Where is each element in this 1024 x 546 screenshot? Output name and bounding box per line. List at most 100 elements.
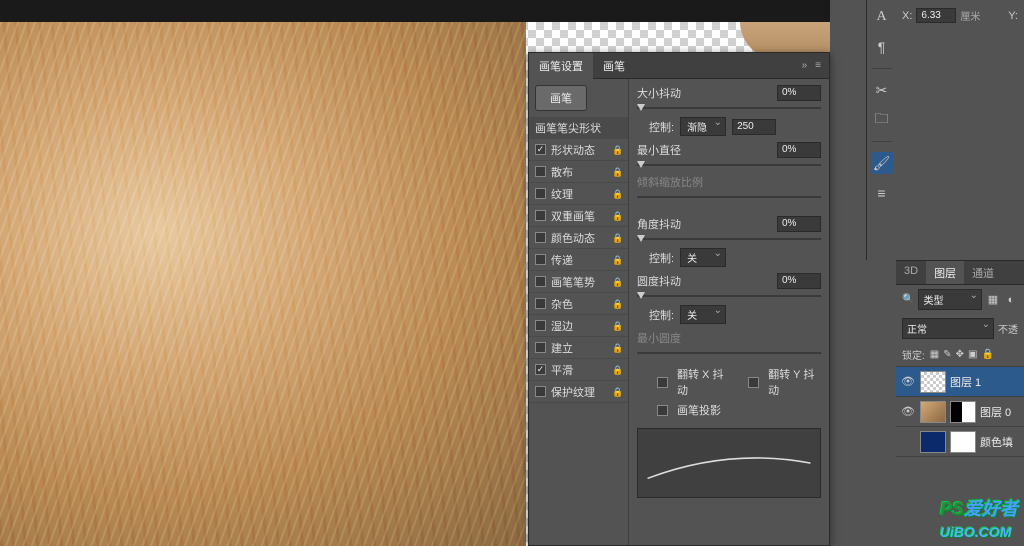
- lock-icon[interactable]: 🔒: [612, 343, 622, 353]
- projection-checkbox[interactable]: [657, 405, 668, 416]
- option-protect-texture[interactable]: 保护纹理🔒: [529, 381, 628, 403]
- layer-name[interactable]: 图层 1: [950, 374, 981, 390]
- layer-mask-thumbnail[interactable]: [950, 401, 976, 423]
- lock-icon[interactable]: 🔒: [612, 321, 622, 331]
- option-wet-edges[interactable]: 湿边🔒: [529, 315, 628, 337]
- layer-mask-thumbnail[interactable]: [950, 431, 976, 453]
- layer-item[interactable]: 👁 图层 1: [896, 367, 1024, 397]
- brush-panel-tabs: 画笔设置 画笔 » ≡: [529, 53, 829, 79]
- scissors-icon[interactable]: ✂: [871, 79, 893, 101]
- paragraph-panel-icon[interactable]: ¶: [871, 36, 893, 58]
- tab-brush-settings[interactable]: 画笔设置: [529, 53, 593, 79]
- brush-tip-shape-heading[interactable]: 画笔笔尖形状: [529, 117, 628, 139]
- tab-layers[interactable]: 图层: [926, 261, 964, 284]
- filter-image-icon[interactable]: ▦: [986, 293, 1000, 307]
- search-icon[interactable]: 🔍: [902, 294, 914, 305]
- lock-icon[interactable]: 🔒: [612, 211, 622, 221]
- checkbox-icon[interactable]: [535, 298, 546, 309]
- option-noise[interactable]: 杂色🔒: [529, 293, 628, 315]
- control2-select[interactable]: 关: [680, 248, 726, 267]
- angle-jitter-value[interactable]: 0%: [777, 216, 821, 232]
- option-brush-pose[interactable]: 画笔笔势🔒: [529, 271, 628, 293]
- filter-adjust-icon[interactable]: ◐: [1004, 293, 1018, 307]
- layer-item[interactable]: 👁 图层 0: [896, 397, 1024, 427]
- size-jitter-label: 大小抖动: [637, 85, 777, 101]
- canvas-image[interactable]: [0, 22, 526, 546]
- min-diameter-slider[interactable]: [637, 160, 821, 170]
- brush-preset-button[interactable]: 画笔: [535, 85, 587, 111]
- panel-menu-icon[interactable]: ≡: [815, 60, 821, 71]
- character-panel-icon[interactable]: A: [871, 6, 893, 28]
- layer-name[interactable]: 颜色填: [980, 434, 1013, 450]
- x-label: X:: [902, 10, 912, 22]
- flip-y-checkbox[interactable]: [748, 377, 759, 388]
- option-dual-brush[interactable]: 双重画笔🔒: [529, 205, 628, 227]
- lock-pixels-icon[interactable]: ▦: [930, 349, 939, 360]
- brush-panel-icon[interactable]: 🖌: [871, 152, 893, 174]
- lock-icon[interactable]: 🔒: [612, 387, 622, 397]
- roundness-jitter-slider[interactable]: [637, 291, 821, 301]
- tab-channels[interactable]: 通道: [964, 261, 1002, 284]
- checkbox-icon[interactable]: [535, 232, 546, 243]
- visibility-toggle[interactable]: 👁: [900, 375, 916, 388]
- layer-item[interactable]: 颜色填: [896, 427, 1024, 457]
- lock-icon[interactable]: 🔒: [612, 365, 622, 375]
- tab-3d[interactable]: 3D: [896, 261, 926, 284]
- layer-name[interactable]: 图层 0: [980, 404, 1011, 420]
- checkbox-icon[interactable]: [535, 210, 546, 221]
- size-jitter-slider[interactable]: [637, 103, 821, 113]
- layer-thumbnail[interactable]: [920, 371, 946, 393]
- collapsed-panel-strip: A ¶ ✂ 🗀 🖌 ≡: [866, 0, 896, 260]
- layer-thumbnail[interactable]: [920, 431, 946, 453]
- option-scattering[interactable]: 散布🔒: [529, 161, 628, 183]
- min-diameter-value[interactable]: 0%: [777, 142, 821, 158]
- projection-label: 画笔投影: [677, 402, 721, 418]
- layer-filter-select[interactable]: 类型: [918, 289, 982, 310]
- checkbox-icon[interactable]: [535, 320, 546, 331]
- checkbox-icon[interactable]: [535, 386, 546, 397]
- adjustments-icon[interactable]: ≡: [871, 182, 893, 204]
- flip-x-checkbox[interactable]: [657, 377, 668, 388]
- checkbox-icon[interactable]: [535, 166, 546, 177]
- layer-list: 👁 图层 1 👁 图层 0 颜色填: [896, 366, 1024, 457]
- angle-jitter-slider[interactable]: [637, 234, 821, 244]
- option-texture[interactable]: 纹理🔒: [529, 183, 628, 205]
- lock-brush-icon[interactable]: ✎: [943, 349, 951, 360]
- option-color-dynamics[interactable]: 颜色动态🔒: [529, 227, 628, 249]
- lock-icon[interactable]: 🔒: [612, 167, 622, 177]
- option-shape-dynamics[interactable]: 形状动态🔒: [529, 139, 628, 161]
- checkbox-icon[interactable]: [535, 276, 546, 287]
- lock-label: 锁定:: [902, 347, 925, 362]
- lock-icon[interactable]: 🔒: [612, 189, 622, 199]
- layer-thumbnail[interactable]: [920, 401, 946, 423]
- size-jitter-value[interactable]: 0%: [777, 85, 821, 101]
- panel-collapse-icon[interactable]: »: [802, 60, 808, 71]
- checkbox-icon[interactable]: [535, 144, 546, 155]
- lock-icon[interactable]: 🔒: [612, 255, 622, 265]
- checkbox-icon[interactable]: [535, 188, 546, 199]
- control3-select[interactable]: 关: [680, 305, 726, 324]
- lock-all-icon[interactable]: 🔒: [981, 349, 993, 360]
- roundness-jitter-value[interactable]: 0%: [777, 273, 821, 289]
- x-value[interactable]: 6.33: [916, 8, 956, 23]
- option-build-up[interactable]: 建立🔒: [529, 337, 628, 359]
- lock-icon[interactable]: 🔒: [612, 277, 622, 287]
- lock-icon[interactable]: 🔒: [612, 233, 622, 243]
- option-transfer[interactable]: 传递🔒: [529, 249, 628, 271]
- tab-brushes[interactable]: 画笔: [593, 53, 635, 79]
- checkbox-icon[interactable]: [535, 342, 546, 353]
- visibility-toggle[interactable]: 👁: [900, 405, 916, 418]
- folder-icon[interactable]: 🗀: [871, 109, 893, 131]
- lock-icon[interactable]: 🔒: [612, 145, 622, 155]
- lock-artboard-icon[interactable]: ▣: [968, 349, 977, 360]
- control1-select[interactable]: 渐隐: [680, 117, 726, 136]
- control1-value[interactable]: 250: [732, 119, 776, 135]
- blend-mode-select[interactable]: 正常: [902, 318, 994, 339]
- min-diameter-label: 最小直径: [637, 142, 777, 158]
- checkbox-icon[interactable]: [535, 364, 546, 375]
- lock-position-icon[interactable]: ✥: [956, 349, 964, 360]
- option-smoothing[interactable]: 平滑🔒: [529, 359, 628, 381]
- checkbox-icon[interactable]: [535, 254, 546, 265]
- lock-icon[interactable]: 🔒: [612, 299, 622, 309]
- flip-x-label: 翻转 X 抖动: [677, 366, 730, 398]
